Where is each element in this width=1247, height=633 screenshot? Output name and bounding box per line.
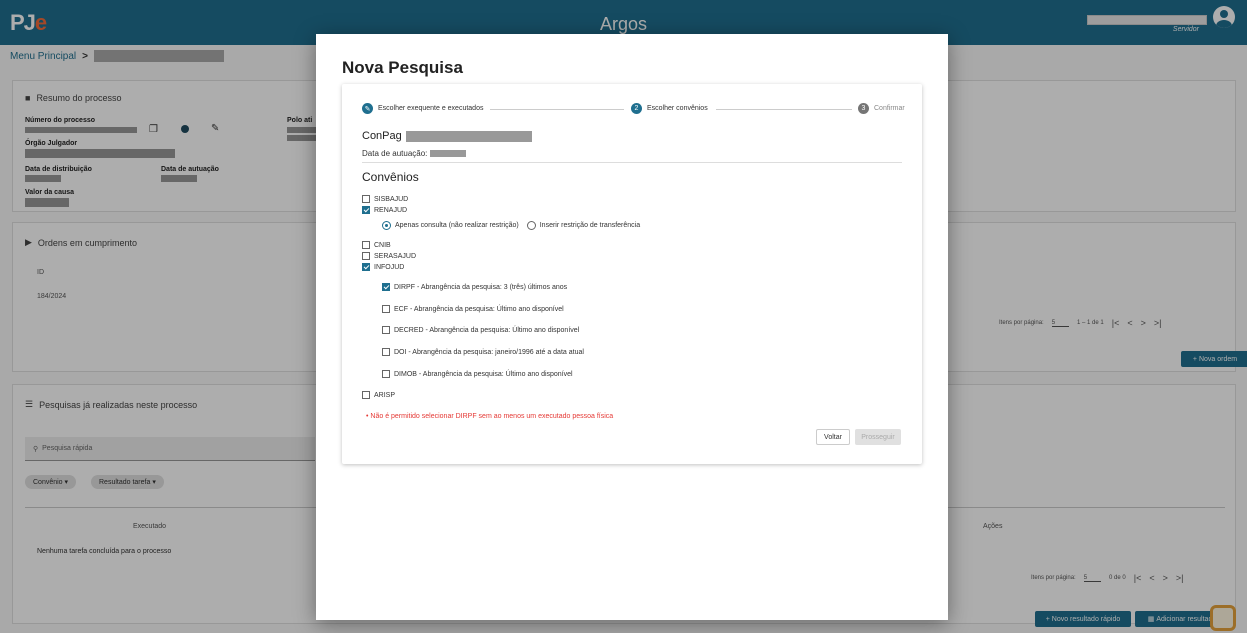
- checkbox[interactable]: [382, 305, 390, 313]
- convenio-sisbajud[interactable]: SISBAJUD: [362, 195, 408, 203]
- checkbox-checked[interactable]: [382, 283, 390, 291]
- conpag-line: ConPag: [362, 130, 532, 142]
- stepper-card: ✎ Escolher exequente e executados 2 Esco…: [342, 84, 922, 464]
- data-autuacao-redacted: [430, 150, 467, 157]
- checkbox[interactable]: [362, 391, 370, 399]
- step-3[interactable]: 3 Confirmar: [858, 103, 905, 114]
- convenio-label: INFOJUD: [374, 263, 405, 271]
- stepper: ✎ Escolher exequente e executados 2 Esco…: [362, 103, 905, 115]
- data-autuacao-line: Data de autuação:: [362, 149, 467, 158]
- convenios-title: Convênios: [362, 170, 419, 184]
- renajud-option-consulta[interactable]: Apenas consulta (não realizar restrição)…: [382, 221, 640, 230]
- nova-pesquisa-dialog: Nova Pesquisa ✎ Escolher exequente e exe…: [316, 34, 948, 620]
- error-text: Não é permitido selecionar DIRPF sem ao …: [370, 413, 614, 420]
- checkbox[interactable]: [362, 252, 370, 260]
- infojud-option-label: DOI - Abrangência da pesquisa: janeiro/1…: [394, 348, 584, 356]
- radio[interactable]: [526, 221, 536, 230]
- infojud-option-label: DIRPF - Abrangência da pesquisa: 3 (três…: [394, 283, 568, 291]
- convenio-serasajud[interactable]: SERASAJUD: [362, 252, 416, 260]
- infojud-option-label: DECRED - Abrangência da pesquisa: Último…: [394, 326, 580, 334]
- radio-label: Inserir restrição de transferência: [539, 222, 641, 229]
- convenio-arisp[interactable]: ARISP: [362, 391, 395, 399]
- prosseguir-button[interactable]: Prosseguir: [855, 429, 901, 445]
- checkbox[interactable]: [382, 326, 390, 334]
- checkbox-checked[interactable]: [362, 206, 370, 214]
- checkbox[interactable]: [362, 195, 370, 203]
- step-1-label: Escolher exequente e executados: [378, 105, 484, 112]
- dialog-title: Nova Pesquisa: [342, 58, 463, 77]
- convenio-label: RENAJUD: [374, 206, 408, 214]
- conpag-value-redacted: [405, 130, 532, 142]
- data-autuacao-label: Data de autuação:: [362, 149, 428, 158]
- convenio-label: SISBAJUD: [374, 195, 409, 203]
- step-line-1: [490, 109, 624, 110]
- step-1[interactable]: ✎ Escolher exequente e executados: [362, 103, 483, 114]
- radio-label: Apenas consulta (não realizar restrição): [395, 222, 519, 229]
- convenio-renajud[interactable]: RENAJUD: [362, 206, 407, 214]
- step-line-2: [716, 109, 852, 110]
- checkbox[interactable]: [382, 370, 390, 378]
- convenio-label: CNIB: [374, 241, 391, 249]
- conpag-label: ConPag: [362, 130, 402, 142]
- app-page: PJe Argos Servidor Menu Principal > ■ Re…: [0, 0, 1247, 633]
- infojud-doi[interactable]: DOI - Abrangência da pesquisa: janeiro/1…: [382, 348, 584, 356]
- step-3-label: Confirmar: [874, 105, 905, 112]
- infojud-option-label: DIMOB - Abrangência da pesquisa: Último …: [394, 370, 573, 378]
- checkbox[interactable]: [362, 241, 370, 249]
- infojud-decred[interactable]: DECRED - Abrangência da pesquisa: Último…: [382, 326, 579, 334]
- step-2[interactable]: 2 Escolher convênios: [631, 103, 708, 114]
- convenio-cnib[interactable]: CNIB: [362, 241, 391, 249]
- step-2-label: Escolher convênios: [647, 105, 708, 112]
- infojud-option-label: ECF - Abrangência da pesquisa: Último an…: [394, 305, 564, 313]
- convenio-label: ARISP: [374, 391, 396, 399]
- edit-step-icon: ✎: [362, 103, 373, 114]
- convenio-label: SERASAJUD: [374, 252, 417, 260]
- voltar-button[interactable]: Voltar: [816, 429, 850, 445]
- validation-error: • Não é permitido selecionar DIRPF sem a…: [366, 413, 614, 420]
- checkbox[interactable]: [382, 348, 390, 356]
- divider: [362, 162, 902, 163]
- radio-selected[interactable]: [382, 221, 391, 230]
- infojud-dimob[interactable]: DIMOB - Abrangência da pesquisa: Último …: [382, 370, 573, 378]
- checkbox-checked[interactable]: [362, 263, 370, 271]
- step-2-number: 2: [631, 103, 642, 114]
- infojud-dirpf[interactable]: DIRPF - Abrangência da pesquisa: 3 (três…: [382, 283, 567, 291]
- step-3-number: 3: [858, 103, 869, 114]
- infojud-ecf[interactable]: ECF - Abrangência da pesquisa: Último an…: [382, 305, 564, 313]
- convenio-infojud[interactable]: INFOJUD: [362, 263, 404, 271]
